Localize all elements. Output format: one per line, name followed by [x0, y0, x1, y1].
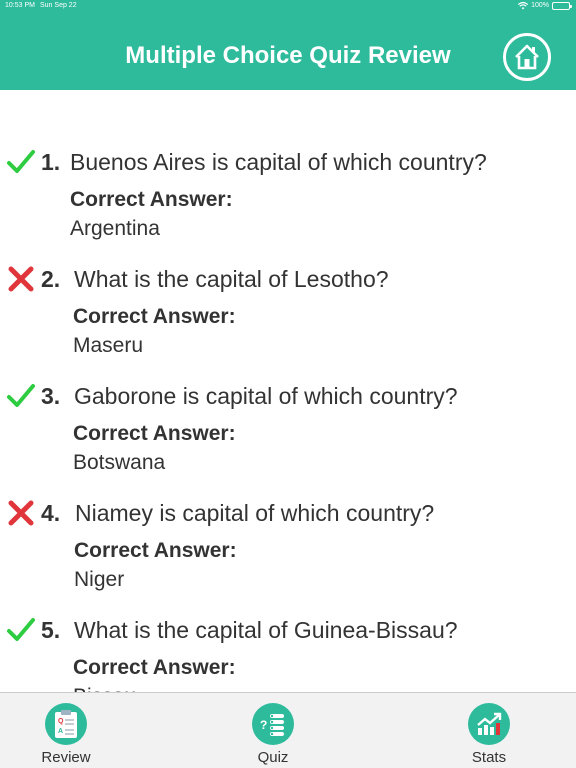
correct-answer-label: Correct Answer:	[73, 305, 236, 328]
question-number: 4.	[41, 500, 61, 526]
correct-answer-value: Maseru	[73, 334, 144, 357]
quiz-icon: ?	[252, 703, 294, 745]
correct-answer-value: Bissau	[73, 685, 136, 692]
stats-icon	[468, 703, 510, 745]
page-title: Multiple Choice Quiz Review	[125, 42, 451, 69]
checkmark-icon	[7, 384, 35, 407]
question-number: 5.	[41, 617, 61, 643]
checkmark-icon	[7, 618, 35, 641]
cross-icon	[8, 266, 34, 292]
wifi-icon	[518, 2, 529, 10]
tab-quiz-label: Quiz	[257, 749, 289, 766]
battery-icon	[552, 2, 572, 10]
svg-text:Q: Q	[58, 718, 64, 725]
svg-text:A: A	[58, 728, 63, 735]
review-list[interactable]: 1. Buenos Aires is capital of which count…	[0, 90, 576, 692]
correct-answer-label: Correct Answer:	[73, 422, 236, 445]
review-item: 2. What is the capital of Lesotho? Correct…	[0, 262, 576, 372]
correct-answer-label: Correct Answer:	[74, 539, 237, 562]
review-icon: Q A	[45, 703, 87, 745]
review-item: 1. Buenos Aires is capital of which count…	[0, 145, 576, 255]
question-number: 2.	[41, 266, 61, 292]
header-bar: 10:53 PM Sun Sep 22 100% Multiple Choice…	[0, 0, 576, 90]
status-date: Sun Sep 22	[40, 2, 77, 9]
svg-text:?: ?	[260, 718, 267, 732]
question-text: Niamey is capital of which country?	[75, 500, 435, 526]
status-time: 10:53 PM	[5, 2, 35, 9]
question-number: 1.	[41, 149, 61, 175]
tab-review[interactable]: Q A Review	[16, 693, 116, 768]
question-text: What is the capital of Lesotho?	[74, 266, 389, 292]
battery-percent: 100%	[531, 2, 549, 9]
review-item: 4. Niamey is capital of which country? Cor…	[0, 496, 576, 606]
question-text: Buenos Aires is capital of which country…	[70, 149, 487, 175]
correct-answer-label: Correct Answer:	[70, 188, 233, 211]
tab-stats-label: Stats	[471, 749, 507, 766]
question-text: Gaborone is capital of which country?	[74, 383, 458, 409]
correct-answer-value: Argentina	[70, 217, 160, 240]
tab-stats[interactable]: Stats	[439, 693, 539, 768]
correct-answer-value: Botswana	[73, 451, 166, 474]
correct-answer-label: Correct Answer:	[73, 656, 236, 679]
status-bar: 10:53 PM Sun Sep 22 100%	[0, 0, 576, 14]
question-number: 3.	[41, 383, 61, 409]
checkmark-icon	[7, 150, 35, 173]
correct-answer-value: Niger	[74, 568, 125, 591]
status-right: 100%	[518, 0, 572, 12]
tab-quiz[interactable]: ? Quiz	[223, 693, 323, 768]
tab-bar: Q A Review ? Quiz Stats	[0, 692, 576, 768]
tab-review-label: Review	[41, 749, 91, 766]
review-item: 5. What is the capital of Guinea-Bissau? C…	[0, 613, 576, 692]
quiz-review-screen: 10:53 PM Sun Sep 22 100% Multiple Choice…	[0, 0, 576, 768]
question-text: What is the capital of Guinea-Bissau?	[74, 617, 458, 643]
review-item: 3. Gaborone is capital of which country? C…	[0, 379, 576, 489]
home-button[interactable]	[503, 33, 551, 81]
cross-icon	[8, 500, 34, 526]
home-icon	[515, 44, 539, 70]
